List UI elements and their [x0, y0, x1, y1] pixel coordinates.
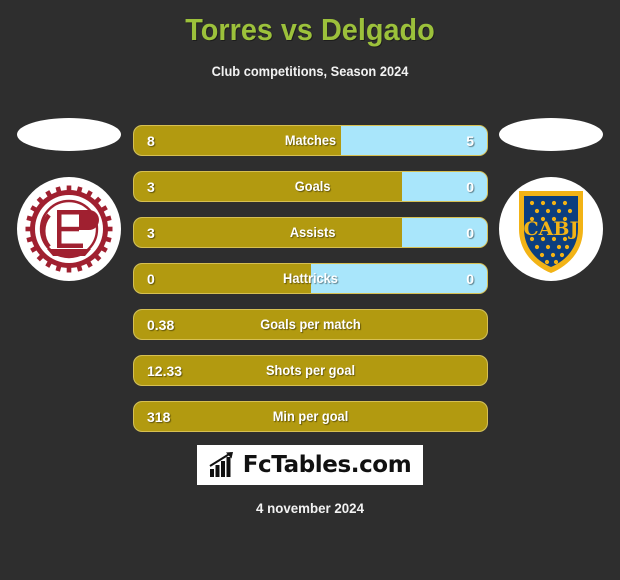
- home-team-crest: [17, 177, 121, 281]
- crest-text: CABJ: [524, 218, 579, 240]
- home-stat-value: 0: [147, 270, 155, 287]
- lanus-crest-icon: [25, 185, 113, 273]
- home-bar-fill: [134, 356, 487, 385]
- home-bar-fill: [134, 402, 487, 431]
- away-stat-value: 5: [466, 132, 474, 149]
- home-stat-value: 12.33: [147, 362, 183, 379]
- home-stat-value: 318: [147, 408, 171, 425]
- away-bar-fill: [310, 264, 487, 293]
- page-title: Torres vs Delgado: [185, 12, 435, 47]
- brand-text: FcTables.com: [242, 452, 412, 478]
- boca-juniors-crest-icon: CABJ: [519, 191, 583, 273]
- away-stat-value: 0: [466, 270, 474, 287]
- page-subtitle: Club competitions, Season 2024: [211, 64, 409, 79]
- home-stat-value: 0.38: [147, 316, 175, 333]
- home-bar-fill: [134, 264, 311, 293]
- stats-infographic: Torres vs Delgado Club competitions, Sea…: [0, 0, 620, 580]
- fctables-brand-logo[interactable]: FcTables.com: [197, 445, 423, 485]
- stats-bar-list: 8 Matches 5 3 Goals 0 3 Assists 0 0 Hatt…: [133, 125, 488, 447]
- stat-row-min-per-goal: 318 Min per goal: [133, 401, 488, 432]
- footer-date: 4 november 2024: [256, 500, 364, 516]
- away-stat-value: 0: [466, 178, 474, 195]
- home-stat-value: 3: [147, 224, 155, 241]
- away-crest-top-oval: [499, 118, 603, 151]
- home-bar-fill: [134, 218, 402, 247]
- home-bar-fill: [134, 310, 487, 339]
- stat-row-assists: 3 Assists 0: [133, 217, 488, 248]
- home-crest-top-oval: [17, 118, 121, 151]
- bar-chart-icon: [209, 452, 233, 477]
- away-stat-value: 0: [466, 224, 474, 241]
- home-bar-fill: [134, 172, 402, 201]
- home-bar-fill: [134, 126, 341, 155]
- away-bar-fill: [401, 218, 487, 247]
- away-bar-fill: [401, 172, 487, 201]
- stat-row-shots-per-goal: 12.33 Shots per goal: [133, 355, 488, 386]
- stat-row-matches: 8 Matches 5: [133, 125, 488, 156]
- away-team-crest: CABJ: [499, 177, 603, 281]
- stat-row-hattricks: 0 Hattricks 0: [133, 263, 488, 294]
- stat-row-goals: 3 Goals 0: [133, 171, 488, 202]
- stat-row-goals-per-match: 0.38 Goals per match: [133, 309, 488, 340]
- home-stat-value: 8: [147, 132, 155, 149]
- home-stat-value: 3: [147, 178, 155, 195]
